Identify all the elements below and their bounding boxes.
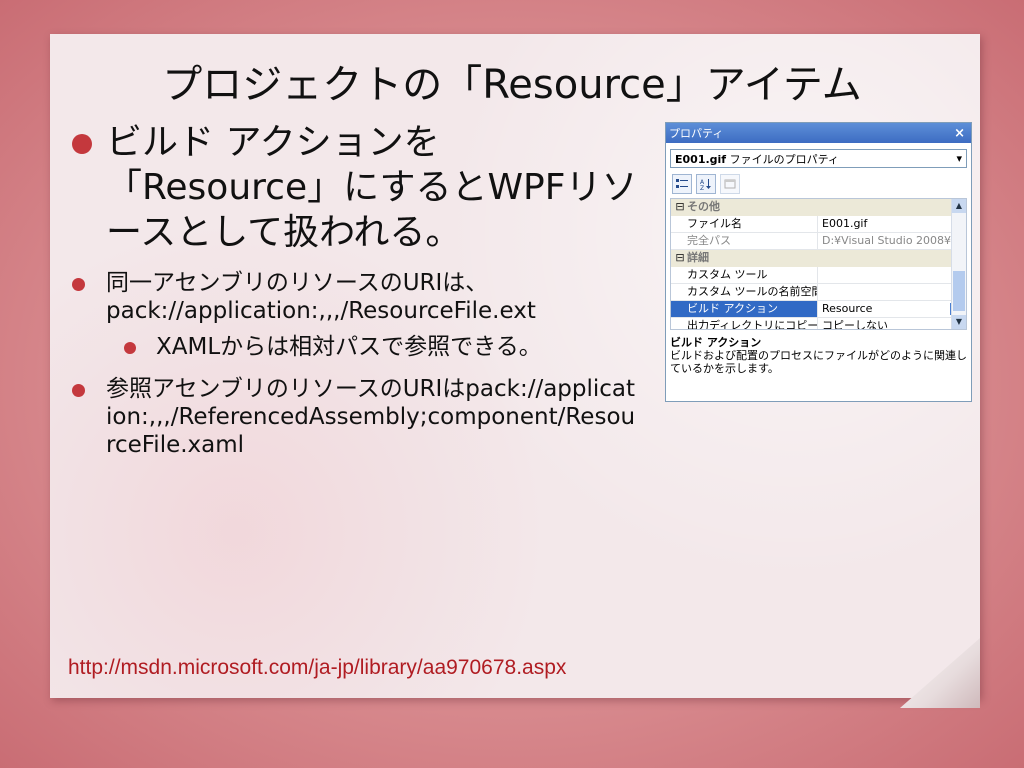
properties-panel: プロパティ × E001.gif ファイルのプロパティ ▾ AZ ⊟ その他 ファ… bbox=[665, 122, 972, 402]
slide-title: プロジェクトの「Resource」アイテム bbox=[162, 62, 862, 108]
property-description: ビルド アクション ビルドおよび配置のプロセスにファイルがどのように関連している… bbox=[670, 336, 967, 375]
object-selector-dropdown[interactable]: E001.gif ファイルのプロパティ ▾ bbox=[670, 149, 967, 168]
bullet-same-assembly-text: 同一アセンブリのリソースのURIは、pack://application:,,,… bbox=[106, 270, 536, 324]
scroll-up-icon[interactable]: ▲ bbox=[952, 199, 966, 213]
object-name: E001.gif bbox=[675, 152, 727, 166]
bullet-referenced-assembly: 参照アセンブリのリソースのURIはpack://application:,,,/… bbox=[68, 375, 638, 459]
property-row-file-name[interactable]: ファイル名 E001.gif bbox=[671, 216, 966, 233]
collapse-icon[interactable]: ⊟ bbox=[673, 250, 687, 266]
scroll-thumb[interactable] bbox=[953, 271, 965, 311]
properties-toolbar: AZ bbox=[666, 172, 971, 196]
property-row-full-path[interactable]: 完全パス D:¥Visual Studio 2008¥P bbox=[671, 233, 966, 250]
description-title: ビルド アクション bbox=[670, 336, 762, 349]
bullet-xaml-relative: XAMLからは相対パスで参照できる。 bbox=[68, 333, 638, 361]
alphabetical-icon[interactable]: AZ bbox=[696, 174, 716, 194]
property-row-copy-output[interactable]: 出力ディレクトリにコピー コピーしない bbox=[671, 318, 966, 329]
property-grid-scrollbar[interactable]: ▲ ▼ bbox=[951, 199, 966, 329]
collapse-icon[interactable]: ⊟ bbox=[673, 199, 687, 215]
property-row-custom-namespace[interactable]: カスタム ツールの名前空間 bbox=[671, 284, 966, 301]
property-row-custom-tool[interactable]: カスタム ツール bbox=[671, 267, 966, 284]
category-detail[interactable]: ⊟ 詳細 bbox=[671, 250, 966, 267]
svg-text:Z: Z bbox=[700, 185, 704, 190]
properties-title: プロパティ bbox=[669, 127, 724, 140]
property-row-build-action[interactable]: ビルド アクションResource▼ bbox=[671, 301, 966, 318]
msdn-link[interactable]: http://msdn.microsoft.com/ja-jp/library/… bbox=[68, 656, 566, 680]
scroll-down-icon[interactable]: ▼ bbox=[952, 315, 966, 329]
property-pages-icon[interactable] bbox=[720, 174, 740, 194]
bullet-build-action: ビルド アクションを「Resource」にするとWPFリソースとして扱われる。 bbox=[68, 120, 638, 255]
chevron-down-icon: ▾ bbox=[956, 152, 962, 165]
bullet-same-assembly: 同一アセンブリのリソースのURIは、pack://application:,,,… bbox=[68, 269, 638, 361]
object-type: ファイルのプロパティ bbox=[729, 152, 839, 166]
category-misc[interactable]: ⊟ その他 bbox=[671, 199, 966, 216]
object-selector-label: E001.gif ファイルのプロパティ bbox=[675, 151, 839, 167]
properties-title-bar: プロパティ × bbox=[666, 123, 971, 143]
slide-content: ビルド アクションを「Resource」にするとWPFリソースとして扱われる。 … bbox=[68, 120, 638, 459]
close-icon[interactable]: × bbox=[954, 126, 965, 141]
description-text: ビルドおよび配置のプロセスにファイルがどのように関連しているかを示します。 bbox=[670, 349, 967, 375]
categorized-icon[interactable] bbox=[672, 174, 692, 194]
property-grid: ⊟ その他 ファイル名 E001.gif 完全パス D:¥Visual Studio … bbox=[670, 198, 967, 330]
